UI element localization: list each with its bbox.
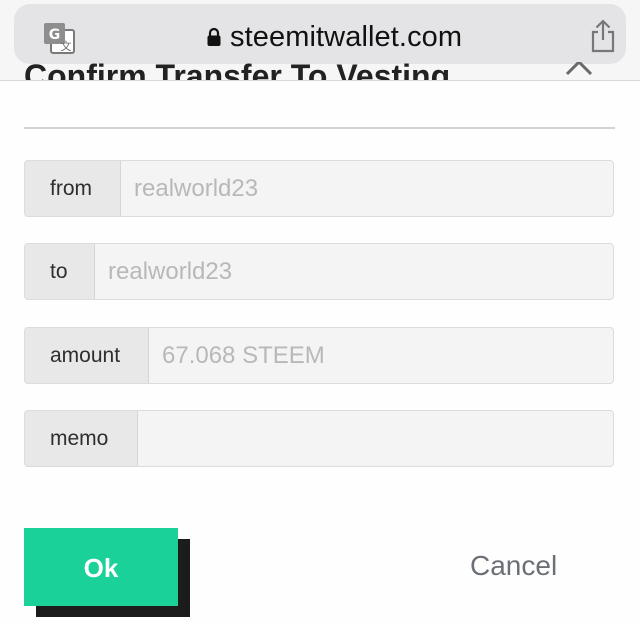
svg-text:文: 文	[61, 39, 72, 53]
ok-button[interactable]: Ok	[24, 528, 178, 606]
share-icon[interactable]	[588, 18, 618, 54]
dialog-title: Confirm Transfer To Vesting	[24, 58, 451, 80]
svg-text:G: G	[49, 27, 61, 43]
amount-field: amount	[24, 327, 614, 384]
amount-label: amount	[25, 328, 149, 383]
translate-icon[interactable]: G 文	[42, 21, 76, 55]
memo-label: memo	[25, 411, 138, 466]
close-icon[interactable]	[562, 62, 596, 80]
to-input[interactable]	[95, 244, 613, 299]
address-bar[interactable]: G 文 steemitwallet.com	[14, 4, 626, 64]
lock-icon	[206, 27, 222, 47]
amount-input[interactable]	[149, 328, 613, 383]
to-label: to	[25, 244, 95, 299]
memo-field: memo	[24, 410, 614, 467]
from-input[interactable]	[121, 161, 613, 216]
cancel-button[interactable]: Cancel	[470, 548, 557, 584]
to-field: to	[24, 243, 614, 300]
from-label: from	[25, 161, 121, 216]
header-divider	[24, 127, 615, 129]
memo-input[interactable]	[138, 411, 613, 466]
url-domain[interactable]: steemitwallet.com	[230, 18, 462, 56]
from-field: from	[24, 160, 614, 217]
